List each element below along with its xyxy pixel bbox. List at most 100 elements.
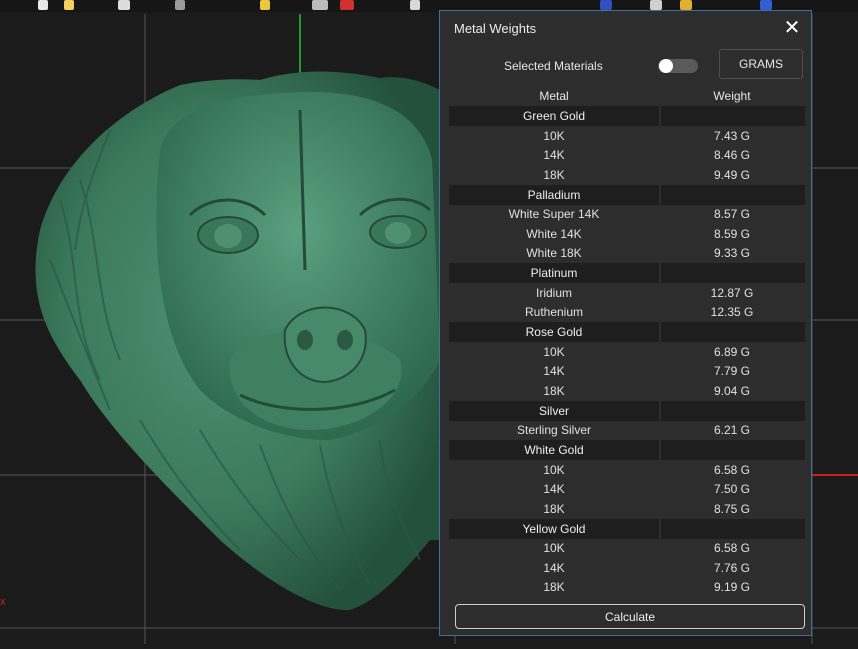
table-row[interactable]: 14K 7.76 G <box>449 558 805 578</box>
weight-cell: 12.35 G <box>710 305 754 320</box>
table-row[interactable]: 18K 9.49 G <box>449 165 805 185</box>
toolbar-icon-1[interactable] <box>38 0 48 10</box>
table-row[interactable]: Ruthenium 12.35 G <box>449 303 805 323</box>
metal-cell: White 14K <box>526 226 582 241</box>
group-weight-cell <box>661 184 805 205</box>
metal-cell: 18K <box>543 580 565 595</box>
metal-cell: White Super 14K <box>508 207 600 222</box>
metal-cell: 10K <box>543 344 565 359</box>
column-header-weight: Weight <box>713 89 751 103</box>
toolbar-icon-10[interactable] <box>650 0 662 10</box>
group-weight-cell <box>661 518 805 539</box>
table-header: Metal Weight <box>449 86 805 106</box>
group-weight-cell <box>661 106 805 126</box>
weight-cell: 6.58 G <box>713 541 751 556</box>
weight-cell: 7.79 G <box>713 364 751 379</box>
table-row[interactable]: White 18K 9.33 G <box>449 244 805 264</box>
metal-cell: 14K <box>543 560 565 575</box>
group-name: Green Gold <box>449 106 659 126</box>
weight-cell: 9.49 G <box>713 167 751 182</box>
group-weight-cell <box>661 263 805 283</box>
group-name: Palladium <box>449 184 659 205</box>
weight-cell: 9.04 G <box>713 383 751 398</box>
weight-cell: 6.89 G <box>713 344 751 359</box>
table-row[interactable]: White 14K 8.59 G <box>449 224 805 244</box>
table-row[interactable]: 10K 7.43 G <box>449 126 805 146</box>
group-row: Rose Gold <box>449 322 805 342</box>
table-row[interactable]: Sterling Silver 6.21 G <box>449 421 805 441</box>
metal-weights-panel: Metal Weights ✕ Selected Materials GRAMS… <box>439 10 812 636</box>
group-row: White Gold <box>449 440 805 460</box>
metal-cell: Ruthenium <box>524 305 584 320</box>
weight-cell: 6.58 G <box>713 462 751 477</box>
toolbar-icon-2[interactable] <box>64 0 74 10</box>
table-row[interactable]: White Super 14K 8.57 G <box>449 205 805 225</box>
metal-cell: 18K <box>543 383 565 398</box>
metal-cell: 14K <box>543 364 565 379</box>
toolbar-icon-12[interactable] <box>760 0 772 10</box>
axis-label: x <box>0 596 6 608</box>
table-row[interactable]: 14K 7.50 G <box>449 480 805 500</box>
toolbar-icon-8[interactable] <box>410 0 420 10</box>
group-weight-cell <box>661 440 805 460</box>
table-row[interactable]: 18K 8.75 G <box>449 499 805 519</box>
weight-cell: 8.75 G <box>713 501 751 516</box>
weight-cell: 6.21 G <box>713 423 751 438</box>
group-row: Yellow Gold <box>449 518 805 539</box>
metal-cell: 18K <box>543 167 565 182</box>
column-header-metal: Metal <box>539 89 569 103</box>
toolbar-icon-7[interactable] <box>340 0 354 10</box>
metal-cell: White 18K <box>526 246 582 261</box>
weight-cell: 9.33 G <box>713 246 751 261</box>
metal-cell: Sterling Silver <box>516 423 592 438</box>
selected-materials-toggle[interactable] <box>658 59 698 73</box>
group-name: White Gold <box>449 440 659 460</box>
table-row[interactable]: 14K 7.79 G <box>449 362 805 382</box>
close-icon[interactable]: ✕ <box>782 17 802 37</box>
table-body: Green Gold 10K 7.43 G 14K 8.46 G 18K 9.49 G Pal… <box>449 106 805 597</box>
metal-cell: 10K <box>543 462 565 477</box>
toggle-knob <box>659 59 673 73</box>
table-row[interactable]: 18K 9.19 G <box>449 578 805 598</box>
toolbar-icon-6[interactable] <box>312 0 328 10</box>
toolbar-icon-3[interactable] <box>118 0 130 10</box>
group-name: Silver <box>449 400 659 421</box>
group-name: Rose Gold <box>449 322 659 342</box>
group-row: Silver <box>449 400 805 421</box>
table-row[interactable]: Iridium 12.87 G <box>449 283 805 303</box>
toolbar-icon-5[interactable] <box>260 0 270 10</box>
dog-head-model[interactable] <box>35 71 441 611</box>
units-button[interactable]: GRAMS <box>719 49 803 79</box>
table-row[interactable]: 18K 9.04 G <box>449 381 805 401</box>
group-weight-cell <box>661 322 805 342</box>
metal-cell: 10K <box>543 128 565 143</box>
panel-title: Metal Weights <box>454 21 537 36</box>
calculate-button[interactable]: Calculate <box>455 604 805 629</box>
table-row[interactable]: 10K 6.89 G <box>449 342 805 362</box>
weight-cell: 7.76 G <box>713 560 751 575</box>
metal-cell: 14K <box>543 482 565 497</box>
metal-cell: 18K <box>543 501 565 516</box>
weight-cell: 8.57 G <box>713 207 751 222</box>
group-row: Platinum <box>449 263 805 283</box>
group-name: Yellow Gold <box>449 518 659 539</box>
weight-cell: 8.46 G <box>713 148 751 163</box>
weight-cell: 7.50 G <box>713 482 751 497</box>
weight-cell: 9.19 G <box>713 580 751 595</box>
group-row: Green Gold <box>449 106 805 126</box>
selected-materials-label: Selected Materials <box>504 59 603 73</box>
group-row: Palladium <box>449 184 805 205</box>
weight-cell: 7.43 G <box>713 128 751 143</box>
metal-cell: 10K <box>543 541 565 556</box>
metal-weights-table: Metal Weight Green Gold 10K 7.43 G 14K 8.46 … <box>449 86 805 597</box>
group-name: Platinum <box>449 263 659 283</box>
group-weight-cell <box>661 400 805 421</box>
table-row[interactable]: 10K 6.58 G <box>449 539 805 559</box>
toolbar-icon-9[interactable] <box>600 0 612 10</box>
toolbar-icon-4[interactable] <box>175 0 185 10</box>
weight-cell: 8.59 G <box>713 226 751 241</box>
table-row[interactable]: 14K 8.46 G <box>449 146 805 166</box>
weight-cell: 12.87 G <box>710 285 754 300</box>
toolbar-icon-11[interactable] <box>680 0 692 10</box>
table-row[interactable]: 10K 6.58 G <box>449 460 805 480</box>
